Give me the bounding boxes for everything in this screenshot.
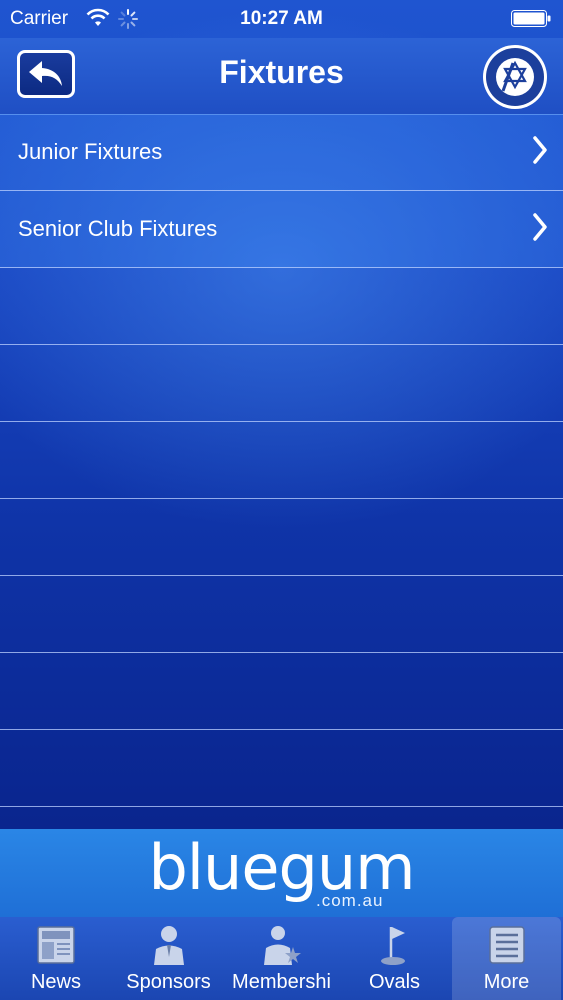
empty-row bbox=[0, 499, 563, 576]
status-bar: Carrier 10:27 AM bbox=[0, 0, 563, 38]
list-item-senior-club-fixtures[interactable]: Senior Club Fixtures bbox=[0, 191, 563, 268]
fixtures-list: Junior Fixtures Senior Club Fixtures bbox=[0, 114, 563, 829]
chevron-right-icon bbox=[533, 136, 547, 164]
empty-row bbox=[0, 345, 563, 422]
app-screen: Carrier 10:27 AM Fixtures Junior Fixture… bbox=[0, 0, 563, 1000]
banner-brand: bluegum bbox=[148, 831, 415, 904]
list-icon bbox=[488, 926, 525, 964]
list-item-label: Junior Fixtures bbox=[18, 139, 163, 164]
list-item-junior-fixtures[interactable]: Junior Fixtures bbox=[0, 114, 563, 191]
empty-row bbox=[0, 730, 563, 807]
tab-membership[interactable]: Membershi bbox=[225, 917, 338, 1000]
banner-domain: .com.au bbox=[316, 891, 384, 910]
sponsor-banner[interactable]: bluegum .com.au bbox=[0, 829, 563, 917]
tab-news[interactable]: News bbox=[0, 917, 112, 1000]
empty-row bbox=[0, 422, 563, 499]
flag-icon bbox=[380, 927, 405, 965]
tab-ovals[interactable]: Ovals bbox=[338, 917, 451, 1000]
empty-row bbox=[0, 576, 563, 653]
person-icon bbox=[153, 926, 184, 965]
clock: 10:27 AM bbox=[240, 8, 323, 29]
tab-sponsors[interactable]: Sponsors bbox=[112, 917, 225, 1000]
tab-label: Ovals bbox=[368, 971, 421, 993]
club-logo-icon bbox=[483, 45, 547, 109]
tab-label: More bbox=[483, 971, 530, 993]
list-item-label: Senior Club Fixtures bbox=[18, 216, 218, 241]
tab-label: Sponsors bbox=[126, 971, 211, 993]
battery-icon bbox=[511, 10, 551, 27]
empty-row bbox=[0, 653, 563, 730]
page-title: Fixtures bbox=[219, 54, 344, 90]
empty-row bbox=[0, 268, 563, 345]
newspaper-icon bbox=[37, 926, 75, 964]
navigation-bar: Fixtures bbox=[0, 38, 563, 115]
tab-bar: News Sponsors Membershi Ovals More bbox=[0, 917, 563, 1000]
member-icon bbox=[263, 926, 301, 965]
tab-more[interactable]: More bbox=[452, 917, 561, 1000]
tab-label: Membershi bbox=[232, 971, 331, 993]
tab-label: News bbox=[30, 971, 81, 993]
chevron-right-icon bbox=[533, 213, 547, 241]
